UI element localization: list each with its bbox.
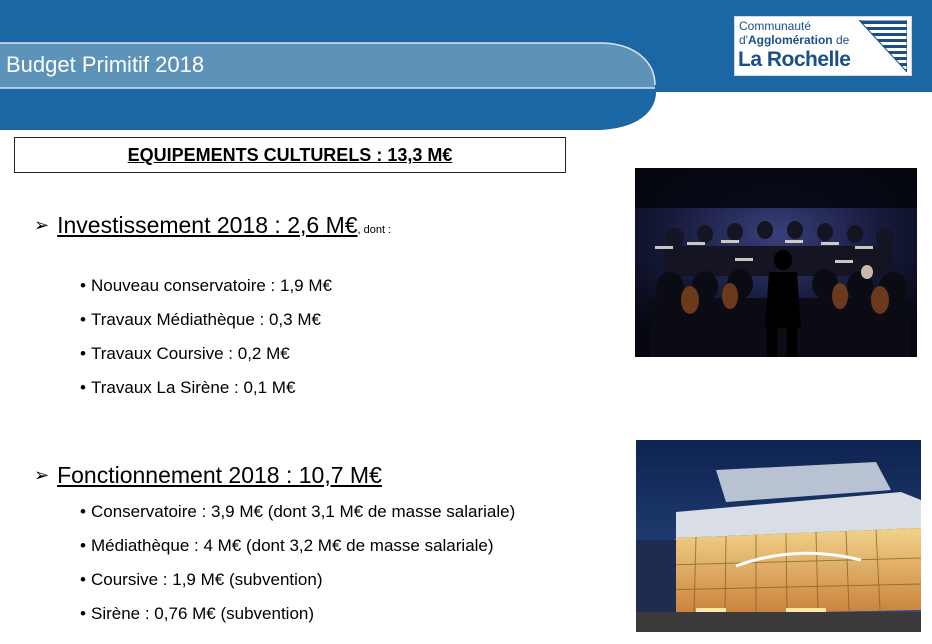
logo-line3: La Rochelle <box>738 48 851 71</box>
logo: Communauté d'Agglomération de La Rochell… <box>734 16 912 76</box>
list-item-text: Travaux La Sirène : 0,1 M€ <box>91 378 296 397</box>
list-item-text: Médiathèque : 4 M€ (dont 3,2 M€ de masse… <box>91 536 494 555</box>
fonctionnement-heading: ➢ Fonctionnement 2018 : 10,7 M€ <box>34 462 382 489</box>
list-item-text: Coursive : 1,9 M€ (subvention) <box>91 570 323 589</box>
bullet-dot-icon: • <box>80 502 86 521</box>
investissement-heading-suffix: , dont : <box>357 224 392 236</box>
list-item: • Sirène : 0,76 M€ (subvention) <box>80 604 515 638</box>
building-photo <box>636 440 921 632</box>
fonctionnement-heading-text: Fonctionnement 2018 : 10,7 M€ <box>57 462 382 488</box>
list-item-text: Sirène : 0,76 M€ (subvention) <box>91 604 315 623</box>
page-title: Budget Primitif 2018 <box>6 52 205 77</box>
fonctionnement-list: • Conservatoire : 3,9 M€ (dont 3,1 M€ de … <box>80 502 515 638</box>
section-title: EQUIPEMENTS CULTURELS : 13,3 M€ <box>127 145 453 165</box>
bullet-dot-icon: • <box>80 276 86 295</box>
list-item: • Travaux Coursive : 0,2 M€ <box>80 344 332 378</box>
list-item-text: Travaux Médiathèque : 0,3 M€ <box>91 310 321 329</box>
logo-line2-prefix: d' <box>739 33 748 47</box>
list-item: • Travaux Médiathèque : 0,3 M€ <box>80 310 332 344</box>
bullet-dot-icon: • <box>80 344 86 363</box>
arrow-bullet-icon: ➢ <box>34 215 50 235</box>
logo-line2: d'Agglomération de <box>739 33 849 47</box>
list-item-text: Travaux Coursive : 0,2 M€ <box>91 344 290 363</box>
investissement-list: • Nouveau conservatoire : 1,9 M€ • Travaux… <box>80 276 332 412</box>
list-item: • Travaux La Sirène : 0,1 M€ <box>80 378 332 412</box>
orchestra-photo <box>635 168 917 357</box>
list-item: • Nouveau conservatoire : 1,9 M€ <box>80 276 332 310</box>
list-item: • Coursive : 1,9 M€ (subvention) <box>80 570 515 604</box>
logo-line2-suffix: de <box>832 33 850 47</box>
section-title-box: EQUIPEMENTS CULTURELS : 13,3 M€ <box>14 137 566 173</box>
logo-line2-bold: Agglomération <box>747 33 833 47</box>
list-item: • Médiathèque : 4 M€ (dont 3,2 M€ de mass… <box>80 536 515 570</box>
logo-line1: Communauté <box>739 19 812 33</box>
list-item: • Conservatoire : 3,9 M€ (dont 3,1 M€ de … <box>80 502 515 536</box>
investissement-heading-text: Investissement 2018 : 2,6 M€ <box>57 212 358 238</box>
list-item-text: Conservatoire : 3,9 M€ (dont 3,1 M€ de m… <box>91 502 516 521</box>
list-item-text: Nouveau conservatoire : 1,9 M€ <box>91 276 332 295</box>
investissement-heading: ➢ Investissement 2018 : 2,6 M€, dont : <box>34 212 391 239</box>
bullet-dot-icon: • <box>80 570 86 589</box>
bullet-dot-icon: • <box>80 536 86 555</box>
building-illustration <box>636 440 921 632</box>
bullet-dot-icon: • <box>80 310 86 329</box>
bullet-dot-icon: • <box>80 604 86 623</box>
triangle-stripes-icon <box>859 20 907 72</box>
orchestra-illustration <box>635 168 917 357</box>
arrow-bullet-icon: ➢ <box>34 465 50 485</box>
bullet-dot-icon: • <box>80 378 86 397</box>
